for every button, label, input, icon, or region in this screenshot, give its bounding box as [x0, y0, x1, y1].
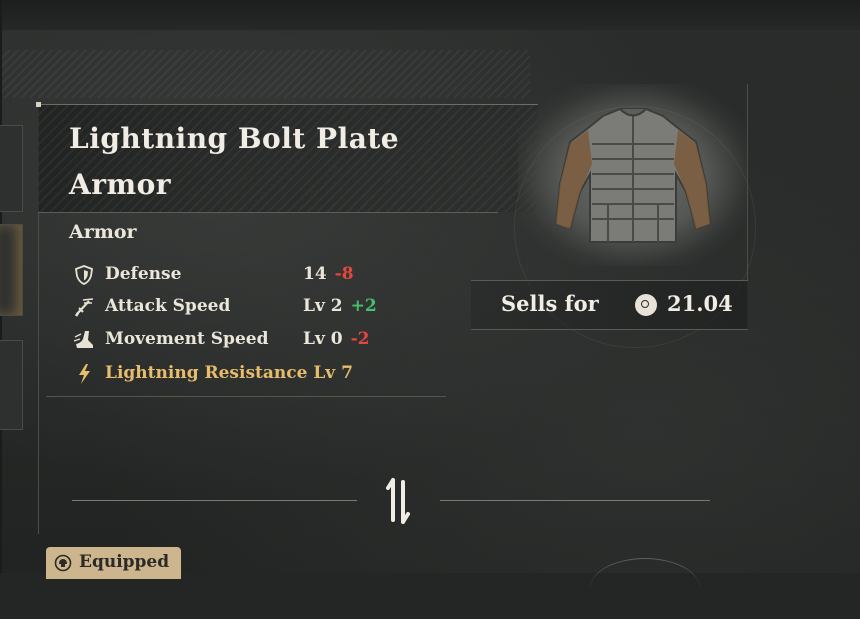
compare-divider-left	[72, 500, 357, 501]
swap-arrows-icon[interactable]	[383, 476, 413, 526]
stat-delta-negative: -8	[334, 264, 354, 284]
stat-value: Lv 0	[303, 329, 343, 349]
stat-delta-positive: +2	[350, 296, 377, 316]
sell-price: 21.04	[667, 291, 733, 316]
stat-value: 14	[303, 264, 327, 284]
stats-divider	[46, 396, 446, 397]
stat-name: Movement Speed	[105, 329, 269, 349]
sword-icon	[74, 298, 94, 317]
sell-price-row: Sells for 21.04	[471, 280, 748, 330]
compare-divider-right	[440, 500, 710, 501]
item-tooltip-card: Lightning Bolt Plate Armor Armor Defense…	[36, 84, 756, 534]
title-top-line	[38, 104, 538, 105]
boot-icon	[73, 331, 93, 348]
stat-row-attack-speed: Attack Speed Lv 2 +2	[69, 294, 469, 322]
stat-value-group: 14 -8	[303, 264, 354, 284]
inventory-slot[interactable]	[0, 340, 23, 430]
stat-value-group: Lv 0 -2	[303, 329, 369, 349]
stat-name: Defense	[105, 264, 182, 284]
shield-icon	[75, 265, 93, 285]
top-header-band	[0, 0, 860, 30]
bonus-stat-text: Lightning Resistance Lv 7	[105, 363, 353, 383]
bottom-decoration-arc	[590, 558, 700, 619]
item-name: Lightning Bolt Plate Armor	[69, 122, 400, 201]
corner-marker	[36, 102, 41, 107]
lightning-icon	[79, 364, 90, 384]
inventory-slot[interactable]	[0, 125, 23, 212]
inventory-slot-selected[interactable]	[0, 224, 23, 316]
stat-value: Lv 2	[303, 296, 343, 316]
equipped-label: Equipped	[79, 552, 170, 572]
equipped-badge: Equipped	[46, 547, 181, 579]
title-divider	[38, 212, 498, 213]
item-category: Armor	[69, 221, 137, 243]
sell-label: Sells for	[501, 291, 599, 316]
stat-row-movement-speed: Movement Speed Lv 0 -2	[69, 327, 469, 355]
coin-icon	[635, 294, 657, 316]
stat-row-lightning-resistance: Lightning Resistance Lv 7	[69, 361, 469, 389]
stat-delta-negative: -2	[350, 329, 370, 349]
stat-value-group: Lv 2 +2	[303, 296, 377, 316]
plate-armor-image	[554, 108, 712, 243]
equipped-helmet-icon	[54, 554, 72, 572]
item-artwork	[514, 84, 756, 348]
header-hatch-decoration	[0, 50, 530, 98]
stat-row-defense: Defense 14 -8	[69, 262, 469, 290]
stat-name: Attack Speed	[105, 296, 231, 316]
